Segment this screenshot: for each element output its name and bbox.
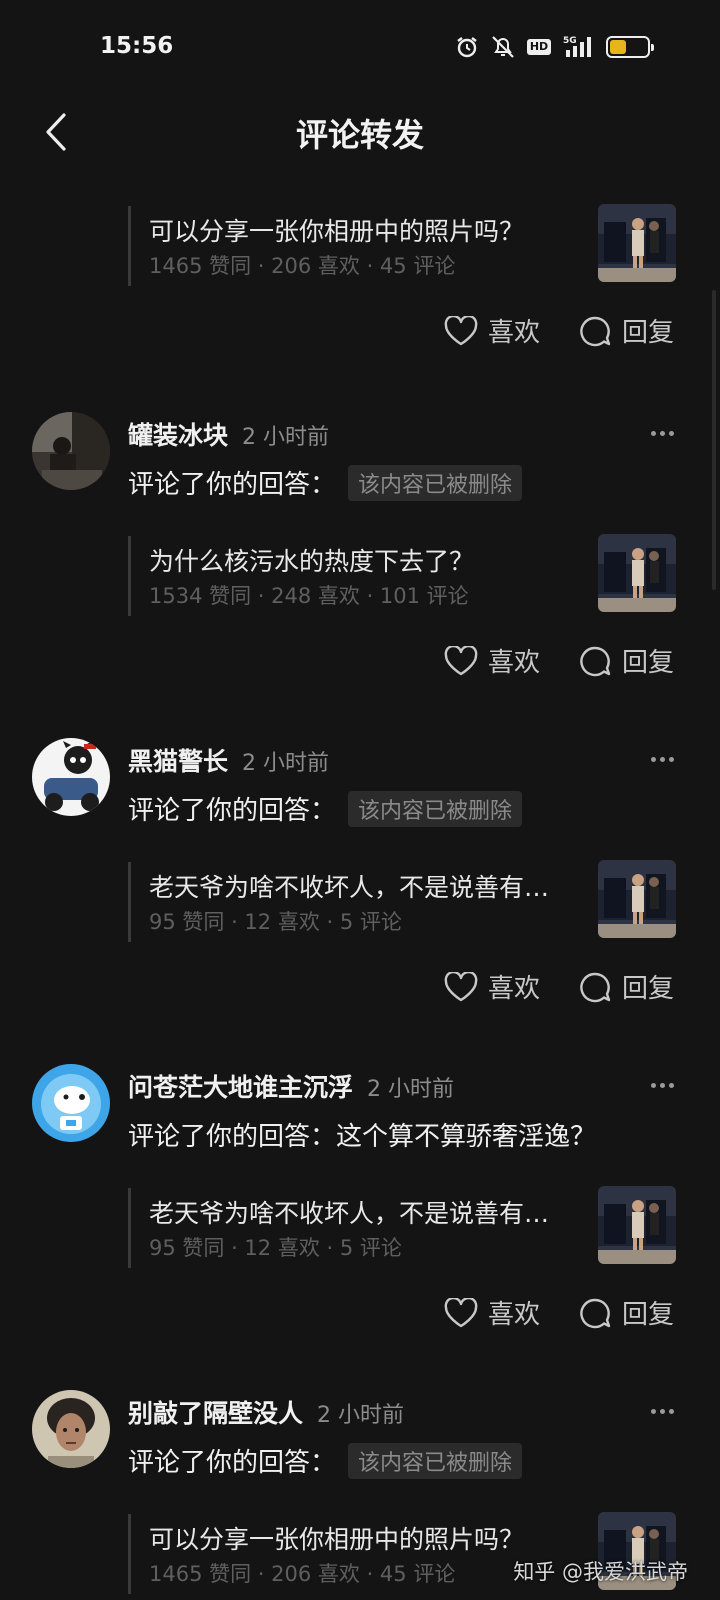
- heart-icon: [444, 1297, 478, 1327]
- deleted-content-badge: 该内容已被删除: [348, 790, 523, 827]
- reply-button[interactable]: 回复: [578, 312, 674, 349]
- quoted-answer-stats: 95 赞同 · 12 喜欢 · 5 评论: [149, 910, 402, 934]
- quoted-answer-stats: 1465 赞同 · 206 喜欢 · 45 评论: [149, 254, 456, 278]
- quoted-answer-stats: 95 赞同 · 12 喜欢 · 5 评论: [149, 1236, 402, 1260]
- quoted-answer-stats: 1534 赞同 · 248 喜欢 · 101 评论: [149, 584, 469, 608]
- quoted-question-title: 老天爷为啥不收坏人，不是说善有…: [149, 873, 550, 902]
- reply-button[interactable]: 回复: [578, 1294, 674, 1331]
- reply-bubble-icon: [580, 1298, 611, 1328]
- like-button[interactable]: 喜欢: [444, 1294, 540, 1331]
- notification-feed: 可以分享一张你相册中的照片吗？ 1465 赞同 · 206 喜欢 · 45 评论…: [0, 172, 720, 1594]
- reply-label: 回复: [621, 318, 674, 348]
- reply-label: 回复: [621, 1300, 674, 1330]
- alarm-icon: [454, 34, 480, 60]
- like-button[interactable]: 喜欢: [444, 312, 540, 349]
- more-options-button[interactable]: [640, 744, 684, 774]
- like-button[interactable]: 喜欢: [444, 968, 540, 1005]
- heart-icon: [444, 315, 478, 345]
- card-actions: 喜欢 回复: [0, 942, 720, 1052]
- more-options-button[interactable]: [640, 1396, 684, 1426]
- timestamp: 2 小时前: [317, 1403, 405, 1428]
- quoted-question-title: 可以分享一张你相册中的照片吗？: [149, 217, 525, 246]
- nav-bar: 评论转发: [0, 96, 720, 172]
- quoted-answer[interactable]: 老天爷为啥不收坏人，不是说善有… 95 赞同 · 12 喜欢 · 5 评论: [128, 1186, 688, 1268]
- reply-button[interactable]: 回复: [578, 968, 674, 1005]
- answer-thumbnail: [598, 860, 676, 938]
- card-header: 罐装冰块 2 小时前 评论了你的回答： 该内容已被删除: [0, 410, 720, 536]
- more-options-button[interactable]: [640, 418, 684, 448]
- avatar[interactable]: [32, 738, 110, 816]
- user-name[interactable]: 黑猫警长 2 小时前: [128, 742, 329, 778]
- notification-card: 问苍茫大地谁主沉浮 2 小时前 评论了你的回答：这个算不算骄奢淫逸？ 老天爷为啥不…: [0, 1052, 720, 1378]
- activity-text: 评论了你的回答： 该内容已被删除: [128, 1442, 523, 1479]
- deleted-content-badge: 该内容已被删除: [348, 464, 523, 501]
- reply-label: 回复: [621, 648, 674, 678]
- quoted-question-title: 为什么核污水的热度下去了？: [149, 547, 475, 576]
- status-time: 15:56: [100, 33, 174, 59]
- status-bar: 15:56 HD 5G: [0, 0, 720, 96]
- card-header: 黑猫警长 2 小时前 评论了你的回答： 该内容已被删除: [0, 736, 720, 862]
- more-options-button[interactable]: [640, 1070, 684, 1100]
- user-name[interactable]: 罐装冰块 2 小时前: [128, 416, 329, 452]
- battery-icon: [606, 36, 654, 58]
- reply-bubble-icon: [580, 316, 611, 346]
- notification-card: 罐装冰块 2 小时前 评论了你的回答： 该内容已被删除 为什么核污水的热度下去了？ …: [0, 396, 720, 726]
- like-label: 喜欢: [487, 648, 540, 678]
- watermark: 知乎 @我爱洪武帝: [513, 1560, 688, 1584]
- avatar[interactable]: [32, 412, 110, 490]
- heart-icon: [444, 971, 478, 1001]
- quoted-question-title: 老天爷为啥不收坏人，不是说善有…: [149, 1199, 550, 1228]
- mute-bell-icon: [490, 34, 516, 60]
- notification-card: 黑猫警长 2 小时前 评论了你的回答： 该内容已被删除 老天爷为啥不收坏人，不是说善…: [0, 726, 720, 1052]
- answer-thumbnail: [598, 1186, 676, 1264]
- card-actions: 喜欢 回复: [0, 1268, 720, 1378]
- quoted-answer[interactable]: 可以分享一张你相册中的照片吗？ 1465 赞同 · 206 喜欢 · 45 评论: [128, 204, 688, 286]
- deleted-content-badge: 该内容已被删除: [348, 1442, 523, 1479]
- svg-text:5G: 5G: [563, 36, 577, 46]
- card-actions: 喜欢 回复: [0, 616, 720, 726]
- quoted-question-title: 可以分享一张你相册中的照片吗？: [149, 1525, 525, 1554]
- status-icons: HD 5G: [454, 34, 654, 60]
- like-label: 喜欢: [487, 318, 540, 348]
- timestamp: 2 小时前: [242, 425, 330, 450]
- reply-bubble-icon: [580, 972, 611, 1002]
- quoted-answer[interactable]: 为什么核污水的热度下去了？ 1534 赞同 · 248 喜欢 · 101 评论: [128, 534, 688, 616]
- like-button[interactable]: 喜欢: [444, 642, 540, 679]
- reply-label: 回复: [621, 974, 674, 1004]
- answer-thumbnail: [598, 204, 676, 282]
- battery-level: [610, 40, 627, 54]
- timestamp: 2 小时前: [242, 751, 330, 776]
- page-title: 评论转发: [295, 116, 424, 154]
- notification-card: 可以分享一张你相册中的照片吗？ 1465 赞同 · 206 喜欢 · 45 评论…: [0, 172, 720, 396]
- like-label: 喜欢: [487, 1300, 540, 1330]
- answer-thumbnail: [598, 534, 676, 612]
- user-name[interactable]: 别敲了隔壁没人 2 小时前: [128, 1394, 404, 1430]
- like-label: 喜欢: [487, 974, 540, 1004]
- reply-bubble-icon: [580, 646, 611, 676]
- activity-text: 评论了你的回答： 该内容已被删除: [128, 464, 523, 501]
- card-header: 问苍茫大地谁主沉浮 2 小时前 评论了你的回答：这个算不算骄奢淫逸？: [0, 1062, 720, 1188]
- avatar[interactable]: [32, 1064, 110, 1142]
- user-name[interactable]: 问苍茫大地谁主沉浮 2 小时前: [128, 1068, 454, 1104]
- card-actions: 喜欢 回复: [0, 286, 720, 396]
- reply-button[interactable]: 回复: [578, 642, 674, 679]
- timestamp: 2 小时前: [367, 1077, 455, 1102]
- card-header: 别敲了隔壁没人 2 小时前 评论了你的回答： 该内容已被删除: [0, 1388, 720, 1514]
- activity-text: 评论了你的回答： 该内容已被删除: [128, 790, 523, 827]
- quoted-answer[interactable]: 老天爷为啥不收坏人，不是说善有… 95 赞同 · 12 喜欢 · 5 评论: [128, 860, 688, 942]
- avatar[interactable]: [32, 1390, 110, 1468]
- hd-icon: HD: [526, 34, 552, 60]
- signal-5g-icon: 5G: [562, 34, 596, 60]
- activity-text: 评论了你的回答：这个算不算骄奢淫逸？: [128, 1122, 597, 1152]
- heart-icon: [444, 645, 478, 675]
- quoted-answer-stats: 1465 赞同 · 206 喜欢 · 45 评论: [149, 1562, 456, 1586]
